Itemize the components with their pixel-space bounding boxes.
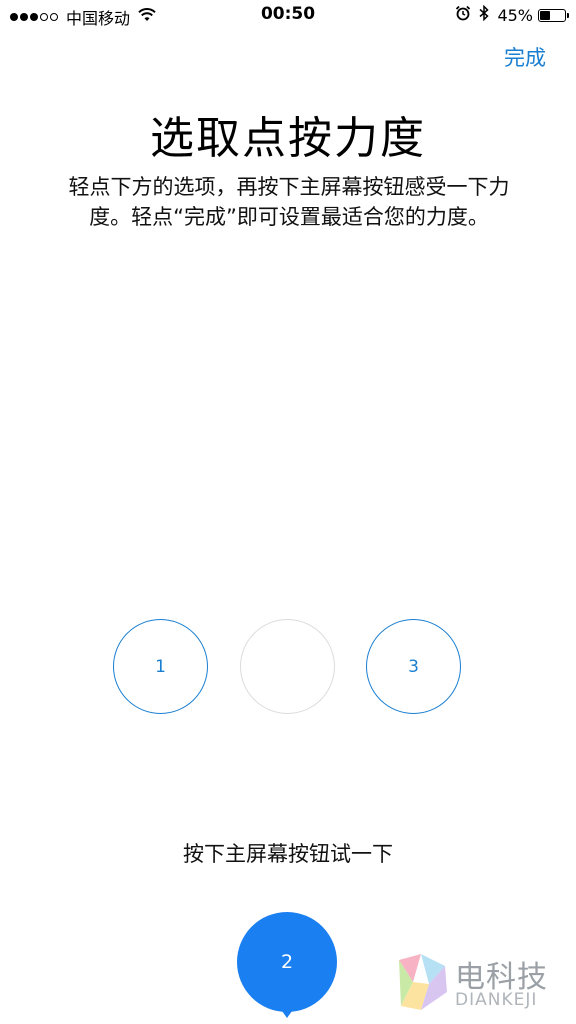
screen: 中国移动 00:50 45% 完成 选取点按力度 轻点下方的选项，再按下主屏幕按… (0, 0, 576, 1024)
done-button[interactable]: 完成 (504, 42, 546, 72)
bubble-tail (277, 1004, 297, 1018)
battery-percent: 45% (497, 6, 533, 25)
press-option-2[interactable] (240, 619, 335, 714)
instruction-text: 按下主屏幕按钮试一下 (183, 842, 393, 866)
bluetooth-icon (479, 4, 490, 26)
selected-option-bubble: 2 (237, 912, 337, 1012)
watermark-subtitle: DIANKEJI (455, 990, 538, 1010)
battery-icon (538, 9, 569, 22)
status-right: 45% (455, 4, 569, 26)
selected-option-indicator: 2 (237, 912, 337, 1024)
battery-tip (567, 13, 569, 18)
description-text: 轻点下方的选项，再按下主屏幕按钮感受一下力度。轻点“完成”即可设置最适合您的力度… (68, 175, 510, 229)
watermark-logo-icon (395, 952, 451, 1016)
press-option-3[interactable]: 3 (366, 619, 461, 714)
alarm-icon (455, 5, 471, 26)
battery-level (540, 11, 550, 20)
watermark: 电科技 DIANKEJI (395, 950, 571, 1016)
page-title: 选取点按力度 (150, 113, 426, 164)
press-option-1[interactable]: 1 (113, 619, 208, 714)
status-bar: 中国移动 00:50 45% (0, 0, 576, 30)
